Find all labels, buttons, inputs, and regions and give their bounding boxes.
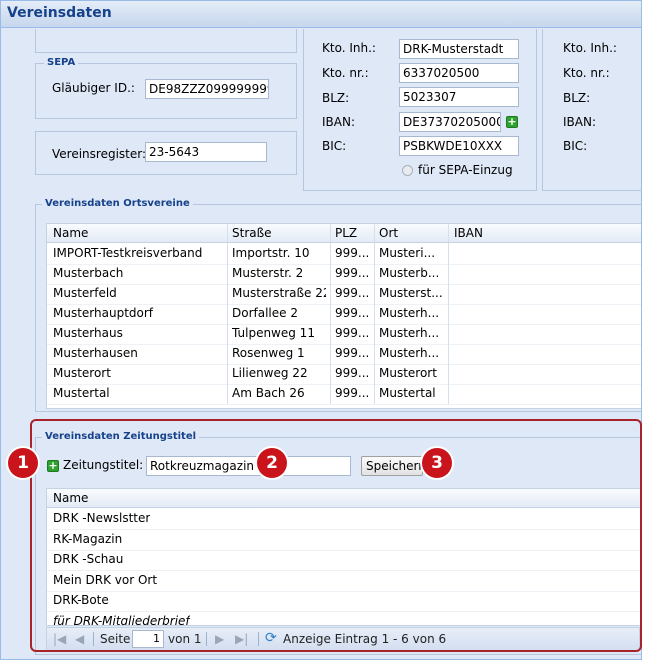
table-cell: Musterh... [379, 306, 440, 320]
highlight-frame [30, 419, 642, 652]
col-header-plz[interactable]: PLZ [335, 226, 357, 240]
table-cell: 999... [335, 246, 370, 260]
table-row[interactable]: Musterhausen Rosenweg 1 999... Musterh... [47, 343, 641, 365]
sepa-option-label: für SEPA-Einzug [418, 163, 513, 177]
table-cell: 999... [335, 306, 370, 320]
ortsvereine-grid: Name Straße PLZ Ort IBAN IMPORT-Testkrei… [46, 223, 641, 409]
bank2-blz-label: BLZ: [563, 91, 591, 105]
account-input[interactable]: 6337020500 [399, 63, 519, 83]
window-title: Vereinsdaten [7, 5, 112, 21]
table-cell: Musterhauptdorf [53, 306, 154, 320]
register-label: Vereinsregister: [52, 147, 147, 161]
table-cell: Musterstr. 2 [232, 266, 304, 280]
table-row[interactable]: Mustertal Am Bach 26 999... Mustertal [47, 383, 641, 405]
table-cell: IMPORT-Testkreisverband [53, 246, 203, 260]
table-cell: Lilienweg 22 [232, 366, 308, 380]
table-cell: Rosenweg 1 [232, 346, 305, 360]
table-cell: Dorfallee 2 [232, 306, 298, 320]
table-cell: Musteri... [379, 246, 436, 260]
table-cell: Musterb... [379, 266, 440, 280]
bic-label: BIC: [322, 139, 347, 153]
top-fieldset [35, 29, 297, 53]
table-cell: 999... [335, 266, 370, 280]
table-cell: Musterbach [53, 266, 124, 280]
table-cell: Mustertal [379, 386, 436, 400]
table-cell: Musterort [379, 366, 437, 380]
table-cell: Mustertal [53, 386, 110, 400]
bank2-iban-label: IBAN: [563, 115, 596, 129]
owner-label: Kto. Inh.: [322, 41, 376, 55]
table-cell: Musterh... [379, 326, 440, 340]
table-cell: 999... [335, 286, 370, 300]
owner-input[interactable]: DRK-Musterstadt [399, 39, 519, 59]
blz-label: BLZ: [322, 91, 350, 105]
creditor-id-label: Gläubiger ID.: [52, 81, 135, 95]
callout-badge-2: 2 [257, 448, 287, 478]
bank2-bic-label: BIC: [563, 139, 588, 153]
col-header-ort[interactable]: Ort [379, 226, 398, 240]
creditor-id-input[interactable]: DE98ZZZ099999999 [145, 79, 269, 99]
account-label: Kto. nr.: [322, 66, 369, 80]
table-cell: 999... [335, 346, 370, 360]
bank2-account-label: Kto. nr.: [563, 66, 610, 80]
bank2-owner-label: Kto. Inh.: [563, 41, 617, 55]
table-cell: Musterfeld [53, 286, 117, 300]
table-cell: Musterhaus [53, 326, 123, 340]
iban-input[interactable]: DE373702050000 [399, 112, 501, 132]
table-cell: Am Bach 26 [232, 386, 305, 400]
table-cell: Tulpenweg 11 [232, 326, 315, 340]
table-row[interactable]: IMPORT-Testkreisverband Importstr. 10 999.… [47, 243, 641, 265]
col-header-name[interactable]: Name [53, 226, 88, 240]
add-iban-icon[interactable]: + [506, 116, 518, 128]
table-cell: 999... [335, 366, 370, 380]
callout-badge-1: 1 [8, 448, 38, 478]
table-row[interactable]: Musterort Lilienweg 22 999... Musterort [47, 363, 641, 385]
table-row[interactable]: Musterhauptdorf Dorfallee 2 999... Musterh.… [47, 303, 641, 325]
blz-input[interactable]: 5023307 [399, 87, 519, 107]
col-header-iban[interactable]: IBAN [454, 226, 483, 240]
iban-label: IBAN: [322, 115, 355, 129]
table-cell: Musterort [53, 366, 111, 380]
ortsvereine-legend: Vereinsdaten Ortsvereine [42, 198, 193, 209]
table-cell: 999... [335, 386, 370, 400]
callout-badge-3: 3 [422, 448, 452, 478]
table-cell: Musterstraße 22 [232, 286, 326, 300]
sepa-radio[interactable] [402, 165, 413, 176]
table-cell: 999... [335, 326, 370, 340]
bic-input[interactable]: PSBKWDE10XXX [399, 136, 519, 156]
ortsvereine-grid-header: Name Straße PLZ Ort IBAN [47, 224, 641, 243]
window-titlebar: Vereinsdaten [1, 1, 641, 28]
table-row[interactable]: Musterbach Musterstr. 2 999... Musterb... [47, 263, 641, 285]
table-row[interactable]: Musterhaus Tulpenweg 11 999... Musterh... [47, 323, 641, 345]
table-cell: Importstr. 10 [232, 246, 310, 260]
register-input[interactable]: 23-5643 [145, 142, 267, 162]
col-header-strasse[interactable]: Straße [232, 226, 272, 240]
table-row[interactable]: Musterfeld Musterstraße 22 999... Musterst.… [47, 283, 641, 305]
table-cell: Musterst... [379, 286, 443, 300]
table-cell: Musterhausen [53, 346, 138, 360]
table-cell: Musterh... [379, 346, 440, 360]
sepa-legend: SEPA [44, 57, 79, 68]
